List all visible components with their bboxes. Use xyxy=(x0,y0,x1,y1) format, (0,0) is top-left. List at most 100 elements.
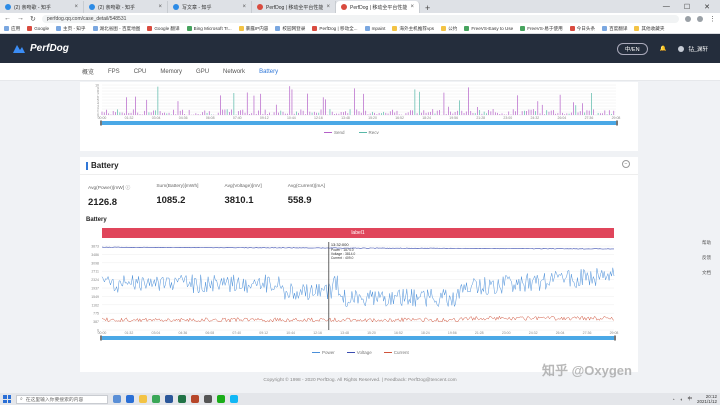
tab-battery[interactable]: Battery xyxy=(259,69,278,75)
maximize-icon[interactable]: ☐ xyxy=(684,3,690,11)
tab-network[interactable]: Network xyxy=(223,69,245,75)
baidu-icon xyxy=(602,26,608,31)
bookmark[interactable]: mpaint xyxy=(364,26,385,31)
x-tick-label: 09:12 xyxy=(260,116,269,120)
bookmark[interactable]: FreeVS-Easy to Use xyxy=(464,26,513,31)
tab-cpu[interactable]: CPU xyxy=(134,69,147,75)
user-menu[interactable]: 钻_渊轩 xyxy=(678,45,708,53)
slider-handle-right xyxy=(616,120,618,126)
bookmark[interactable]: 今日头条 xyxy=(569,26,595,32)
bookmark[interactable]: 主页 - 知乎 xyxy=(56,26,86,32)
folder-icon xyxy=(392,26,398,31)
close-tab-icon[interactable]: × xyxy=(158,4,162,10)
windows-start-icon[interactable] xyxy=(3,395,11,403)
file-explorer-icon[interactable] xyxy=(139,395,147,403)
tab-gpu[interactable]: GPU xyxy=(196,69,209,75)
perfdog-favicon-icon xyxy=(341,4,347,10)
legend-send[interactable]: Send xyxy=(324,130,345,135)
y-tick-label: 3486 xyxy=(91,253,99,257)
browser-tab[interactable]: (2) 亲吻歌 - 知乎 × xyxy=(84,1,168,13)
slider-handle-right xyxy=(614,335,616,341)
y-tick-label: 1162 xyxy=(91,303,99,307)
y-tick-label: 775 xyxy=(93,312,99,316)
tab-memory[interactable]: Memory xyxy=(160,69,182,75)
close-tab-icon[interactable]: × xyxy=(410,4,414,10)
label-marker-bar[interactable]: label1 xyxy=(102,228,614,238)
globe-icon xyxy=(520,26,526,31)
battery-chart[interactable]: 3873 3486 3098 2711 2324 1937 1549 1162 775 387 01… xyxy=(80,242,638,352)
bookmark[interactable]: 百度翻译 xyxy=(602,26,627,32)
bookmark[interactable]: 其他收藏夹 xyxy=(634,26,664,32)
x-tick-label: 03:04 xyxy=(152,116,161,120)
taskbar-search[interactable]: ⌕ 在这里输入你要搜索的内容 xyxy=(16,394,108,404)
legend-voltage[interactable]: Voltage xyxy=(346,350,372,355)
metric-label: Sum(Battery)[mWh] xyxy=(156,184,199,189)
excel-icon[interactable] xyxy=(178,395,186,403)
x-tick-label: 12:16 xyxy=(313,331,322,335)
close-tab-icon[interactable]: × xyxy=(74,4,78,10)
powerpoint-icon[interactable] xyxy=(191,395,199,403)
new-tab-button[interactable]: + xyxy=(420,3,435,13)
x-tick-label: 06:08 xyxy=(206,116,215,120)
legend-recv[interactable]: Recv xyxy=(358,130,379,135)
browser-tab[interactable]: (2) 亲吻歌 - 知乎 × xyxy=(0,1,84,13)
x-tick-label: 26:04 xyxy=(558,116,567,120)
collapse-icon[interactable]: − xyxy=(622,160,630,168)
bookmark[interactable]: FreeVS-易于使用 xyxy=(520,26,563,32)
chrome-icon[interactable] xyxy=(152,395,160,403)
network-icon[interactable]: ◔ xyxy=(672,397,675,402)
x-tick-label: 24:32 xyxy=(529,331,538,335)
apps-icon xyxy=(4,26,9,31)
language-switch-button[interactable]: 中/EN xyxy=(616,42,648,55)
bookmark[interactable]: Google xyxy=(27,26,49,31)
bookmark[interactable]: 湖北省图 - 百度地图 xyxy=(92,26,140,32)
task-view-icon[interactable] xyxy=(113,395,121,403)
x-tick-label: 26:04 xyxy=(556,331,565,335)
bookmark[interactable]: PerfDog | 移动全... xyxy=(312,26,358,32)
bookmark[interactable]: 公约 xyxy=(441,26,457,32)
qq-icon[interactable] xyxy=(230,395,238,403)
x-tick-label: 21:28 xyxy=(476,116,485,120)
clock[interactable]: 20:12 2021/1/12 xyxy=(697,394,717,404)
bookmark[interactable]: 海外主机推荐vps xyxy=(392,26,434,32)
zhihu-icon xyxy=(56,26,62,31)
extension-icon[interactable] xyxy=(685,15,691,22)
terminal-icon[interactable] xyxy=(204,395,212,403)
close-tab-icon[interactable]: × xyxy=(326,4,330,10)
word-icon[interactable] xyxy=(165,395,173,403)
close-window-icon[interactable]: ✕ xyxy=(704,3,710,11)
legend-current[interactable]: Current xyxy=(383,350,409,355)
browser-tab[interactable]: PerfDog | 移动全平台性能测试...× xyxy=(252,1,336,13)
volume-icon[interactable]: ◖ xyxy=(680,397,683,402)
wechat-icon[interactable] xyxy=(217,395,225,403)
profile-icon[interactable] xyxy=(697,15,703,22)
back-icon[interactable]: ← xyxy=(4,15,11,22)
tab-fps[interactable]: FPS xyxy=(108,69,120,75)
dock-item[interactable]: 文档 xyxy=(702,270,711,276)
zhihu-favicon-icon xyxy=(5,4,11,10)
legend-power[interactable]: Power xyxy=(312,350,335,355)
bookmark[interactable]: 校园网登录 xyxy=(275,26,305,32)
dock-item[interactable]: 反馈 xyxy=(702,255,711,261)
browser-tab-active[interactable]: PerfDog | 移动全平台性能测试...× xyxy=(336,1,420,13)
browser-tab[interactable]: 写文章 - 知乎 × xyxy=(168,1,252,13)
bookmark[interactable]: Bing Microsoft Tr... xyxy=(186,26,232,31)
minimize-icon[interactable]: — xyxy=(663,3,670,11)
ime-icon[interactable]: 中 xyxy=(687,396,692,402)
bookmark[interactable]: 暴露IP内容 xyxy=(238,26,268,32)
close-tab-icon[interactable]: × xyxy=(242,4,246,10)
legend-swatch xyxy=(324,132,332,133)
url-field[interactable]: perfdog.qq.com/case_detail/548531 xyxy=(41,14,679,23)
forward-icon[interactable]: → xyxy=(17,15,24,22)
bell-icon[interactable]: 🔔 xyxy=(660,46,667,52)
edge-icon[interactable] xyxy=(126,395,134,403)
perfdog-logo[interactable]: PerfDog xyxy=(12,43,69,55)
tab-overview[interactable]: 概览 xyxy=(82,67,94,76)
reload-icon[interactable]: ↻ xyxy=(30,15,36,23)
bookmark[interactable]: 应用 xyxy=(4,26,20,32)
x-tick-label: 19:56 xyxy=(448,331,457,335)
dock-item[interactable]: 帮助 xyxy=(702,240,711,246)
help-icon[interactable]: ⓘ xyxy=(126,186,131,191)
menu-icon[interactable]: ⋮ xyxy=(709,15,716,23)
bookmark[interactable]: Google 翻译 xyxy=(147,26,180,32)
